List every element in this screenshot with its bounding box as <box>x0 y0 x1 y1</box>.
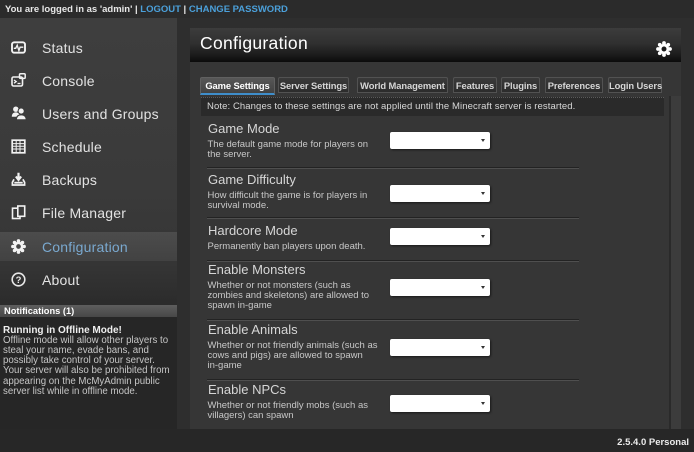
svg-text:?: ? <box>16 275 22 286</box>
